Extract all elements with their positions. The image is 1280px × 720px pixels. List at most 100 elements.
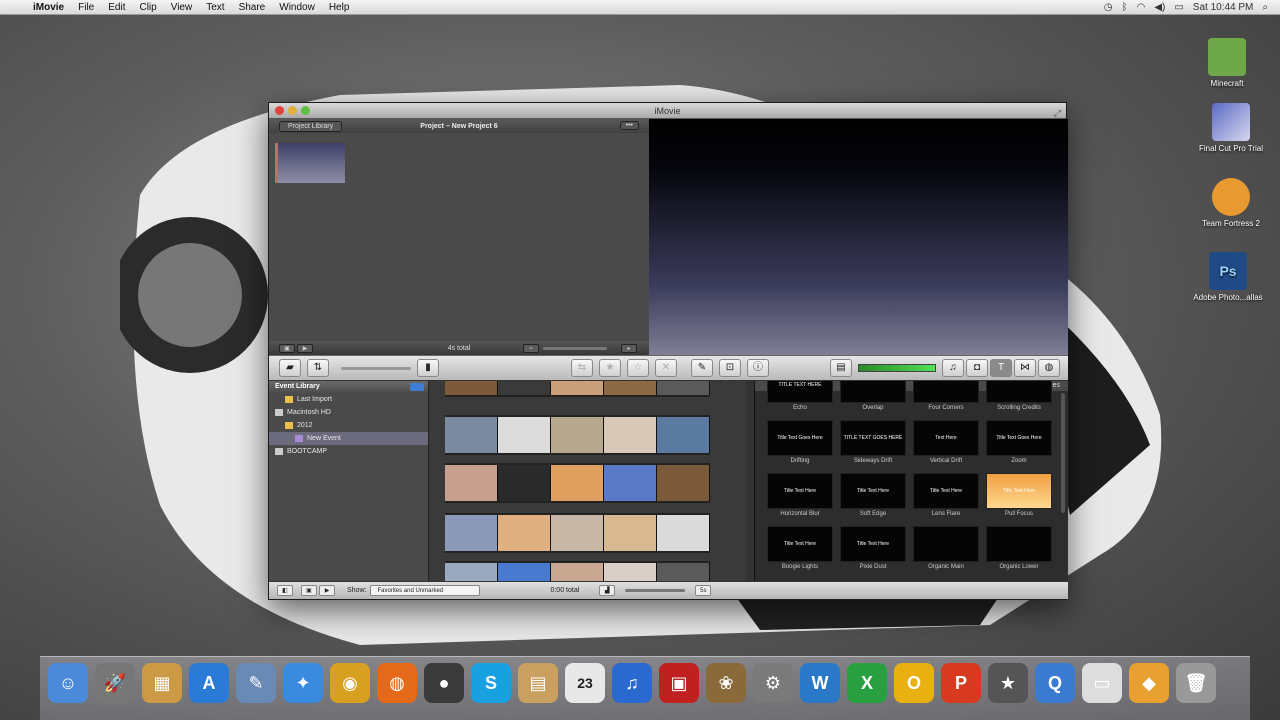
- word-icon[interactable]: W: [800, 663, 840, 703]
- show-filter-select[interactable]: Favorites and Unmarked: [370, 585, 481, 596]
- clip-size-icon[interactable]: ▮: [417, 359, 439, 377]
- thumbnail-duration-button[interactable]: 5s: [695, 585, 712, 596]
- title-style-item[interactable]: Four Corners: [913, 381, 979, 411]
- menu-help[interactable]: Help: [322, 2, 357, 13]
- photo-booth-icon[interactable]: ▣: [659, 663, 699, 703]
- desktop-icon-photoshop[interactable]: Ps Adobe Photo...allas: [1193, 252, 1263, 302]
- title-style-item[interactable]: Title Text Here Pixie Dust: [840, 526, 906, 570]
- project-more-button[interactable]: •••: [619, 121, 639, 130]
- event-library-item[interactable]: BOOTCAMP: [269, 445, 428, 458]
- menu-share[interactable]: Share: [232, 2, 273, 13]
- chrome-icon[interactable]: ◉: [330, 663, 370, 703]
- filmstrip-row[interactable]: [445, 513, 710, 553]
- event-library-item[interactable]: New Event: [269, 432, 428, 445]
- close-button[interactable]: [275, 106, 284, 115]
- mark-favorite-button[interactable]: ★: [599, 359, 621, 377]
- title-style-item[interactable]: Overlap: [840, 381, 906, 411]
- filmstrip-row[interactable]: [445, 463, 710, 503]
- menu-edit[interactable]: Edit: [101, 2, 132, 13]
- play-events-button[interactable]: ▶: [319, 585, 335, 596]
- menu-app-name[interactable]: iMovie: [26, 2, 71, 13]
- toolbar-zoom-slider[interactable]: [341, 366, 411, 370]
- title-style-item[interactable]: Title Text Here Soft Edge: [840, 473, 906, 517]
- title-style-item[interactable]: Scrolling Credits: [986, 381, 1052, 411]
- downloads-icon[interactable]: ◆: [1129, 663, 1169, 703]
- image-capture-icon[interactable]: ▦: [142, 663, 182, 703]
- preview-viewer[interactable]: [649, 119, 1068, 355]
- title-style-item[interactable]: TITLE TEXT GOES HERE Sideways Drift: [840, 420, 906, 464]
- spotlight-icon[interactable]: ⌕: [1262, 2, 1268, 13]
- menu-file[interactable]: File: [71, 2, 101, 13]
- title-style-item[interactable]: Organic Main: [913, 526, 979, 570]
- time-machine-icon[interactable]: ◷: [1104, 2, 1113, 13]
- system-preferences-icon[interactable]: ⚙: [753, 663, 793, 703]
- finder-icon[interactable]: ☺: [48, 663, 88, 703]
- window-titlebar[interactable]: iMovie ⤢: [269, 103, 1066, 119]
- clock[interactable]: Sat 10:44 PM: [1193, 2, 1254, 13]
- unmark-button[interactable]: ☆: [627, 359, 649, 377]
- documents-icon[interactable]: ▭: [1082, 663, 1122, 703]
- title-style-item[interactable]: Organic Lower: [986, 526, 1052, 570]
- titles-browser-button[interactable]: T: [990, 359, 1012, 377]
- filmstrip-row[interactable]: [445, 561, 710, 583]
- title-style-item[interactable]: Title Text Goes Here Drifting: [767, 420, 833, 464]
- preview-icon[interactable]: ✎: [236, 663, 276, 703]
- titles-scrollbar[interactable]: [1061, 393, 1065, 513]
- title-style-item[interactable]: Title Text Here Lens Flare: [913, 473, 979, 517]
- show-events-list-button[interactable]: ◧: [277, 585, 293, 596]
- photo-browser-button[interactable]: ◘: [966, 359, 988, 377]
- camera-import-button[interactable]: ▰: [279, 359, 301, 377]
- itunes-icon[interactable]: ♫: [612, 663, 652, 703]
- event-browser-scrollbar[interactable]: [746, 381, 754, 583]
- voiceover-tool-button[interactable]: ✎: [691, 359, 713, 377]
- facetime-icon[interactable]: ●: [424, 663, 464, 703]
- music-browser-button[interactable]: ♫: [942, 359, 964, 377]
- event-library-item[interactable]: Macintosh HD: [269, 406, 428, 419]
- add-to-project-button[interactable]: ⇆: [571, 359, 593, 377]
- audio-skimming-button[interactable]: ▤: [830, 359, 852, 377]
- crop-tool-button[interactable]: ⊡: [719, 359, 741, 377]
- battery-icon[interactable]: ▭: [1174, 2, 1183, 13]
- play-fullscreen-events-button[interactable]: ▣: [301, 585, 317, 596]
- events-zoom-slider[interactable]: [625, 589, 686, 592]
- desktop-icon-minecraft[interactable]: Minecraft: [1192, 38, 1262, 88]
- skype-icon[interactable]: S: [471, 663, 511, 703]
- reject-button[interactable]: ✕: [655, 359, 677, 377]
- title-style-item[interactable]: Title Text Here Pull Focus: [986, 473, 1052, 517]
- wifi-icon[interactable]: ◠: [1137, 2, 1146, 13]
- zoom-button[interactable]: [301, 106, 310, 115]
- menu-clip[interactable]: Clip: [132, 2, 163, 13]
- outlook-icon[interactable]: O: [894, 663, 934, 703]
- excel-icon[interactable]: X: [847, 663, 887, 703]
- menu-window[interactable]: Window: [272, 2, 322, 13]
- safari-icon[interactable]: ✦: [283, 663, 323, 703]
- title-style-item[interactable]: TITLE TEXT HERE Echo: [767, 381, 833, 411]
- volume-icon[interactable]: ◀): [1154, 2, 1165, 13]
- event-library-item[interactable]: Last Import: [269, 393, 428, 406]
- trash-icon[interactable]: 🗑: [1176, 663, 1216, 703]
- maps-browser-button[interactable]: ◍: [1038, 359, 1060, 377]
- filmstrip-row[interactable]: [445, 415, 710, 455]
- title-style-item[interactable]: Text Here Vertical Drift: [913, 420, 979, 464]
- powerpoint-icon[interactable]: P: [941, 663, 981, 703]
- imovie-icon[interactable]: ★: [988, 663, 1028, 703]
- firefox-icon[interactable]: ◍: [377, 663, 417, 703]
- menu-view[interactable]: View: [164, 2, 200, 13]
- title-style-item[interactable]: Title Text Here Horizontal Blur: [767, 473, 833, 517]
- desktop-icon-final-cut[interactable]: Final Cut Pro Trial: [1196, 103, 1266, 153]
- quicktime-icon[interactable]: Q: [1035, 663, 1075, 703]
- launchpad-icon[interactable]: 🚀: [95, 663, 135, 703]
- swap-events-projects-button[interactable]: ⇅: [307, 359, 329, 377]
- inspector-button[interactable]: ⓘ: [747, 359, 769, 377]
- menu-text[interactable]: Text: [199, 2, 231, 13]
- audio-waveform-events-button[interactable]: ▟: [599, 585, 616, 596]
- app-store-icon[interactable]: A: [189, 663, 229, 703]
- desktop-icon-team-fortress[interactable]: Team Fortress 2: [1196, 178, 1266, 228]
- event-library-item[interactable]: 2012: [269, 419, 428, 432]
- event-view-badge-icon[interactable]: [410, 383, 424, 391]
- transitions-browser-button[interactable]: ⋈: [1014, 359, 1036, 377]
- title-style-item[interactable]: Title Text Goes Here Zoom: [986, 420, 1052, 464]
- title-style-item[interactable]: Title Text Here Boogie Lights: [767, 526, 833, 570]
- calendar-icon[interactable]: 23: [565, 663, 605, 703]
- iphoto-icon[interactable]: ❀: [706, 663, 746, 703]
